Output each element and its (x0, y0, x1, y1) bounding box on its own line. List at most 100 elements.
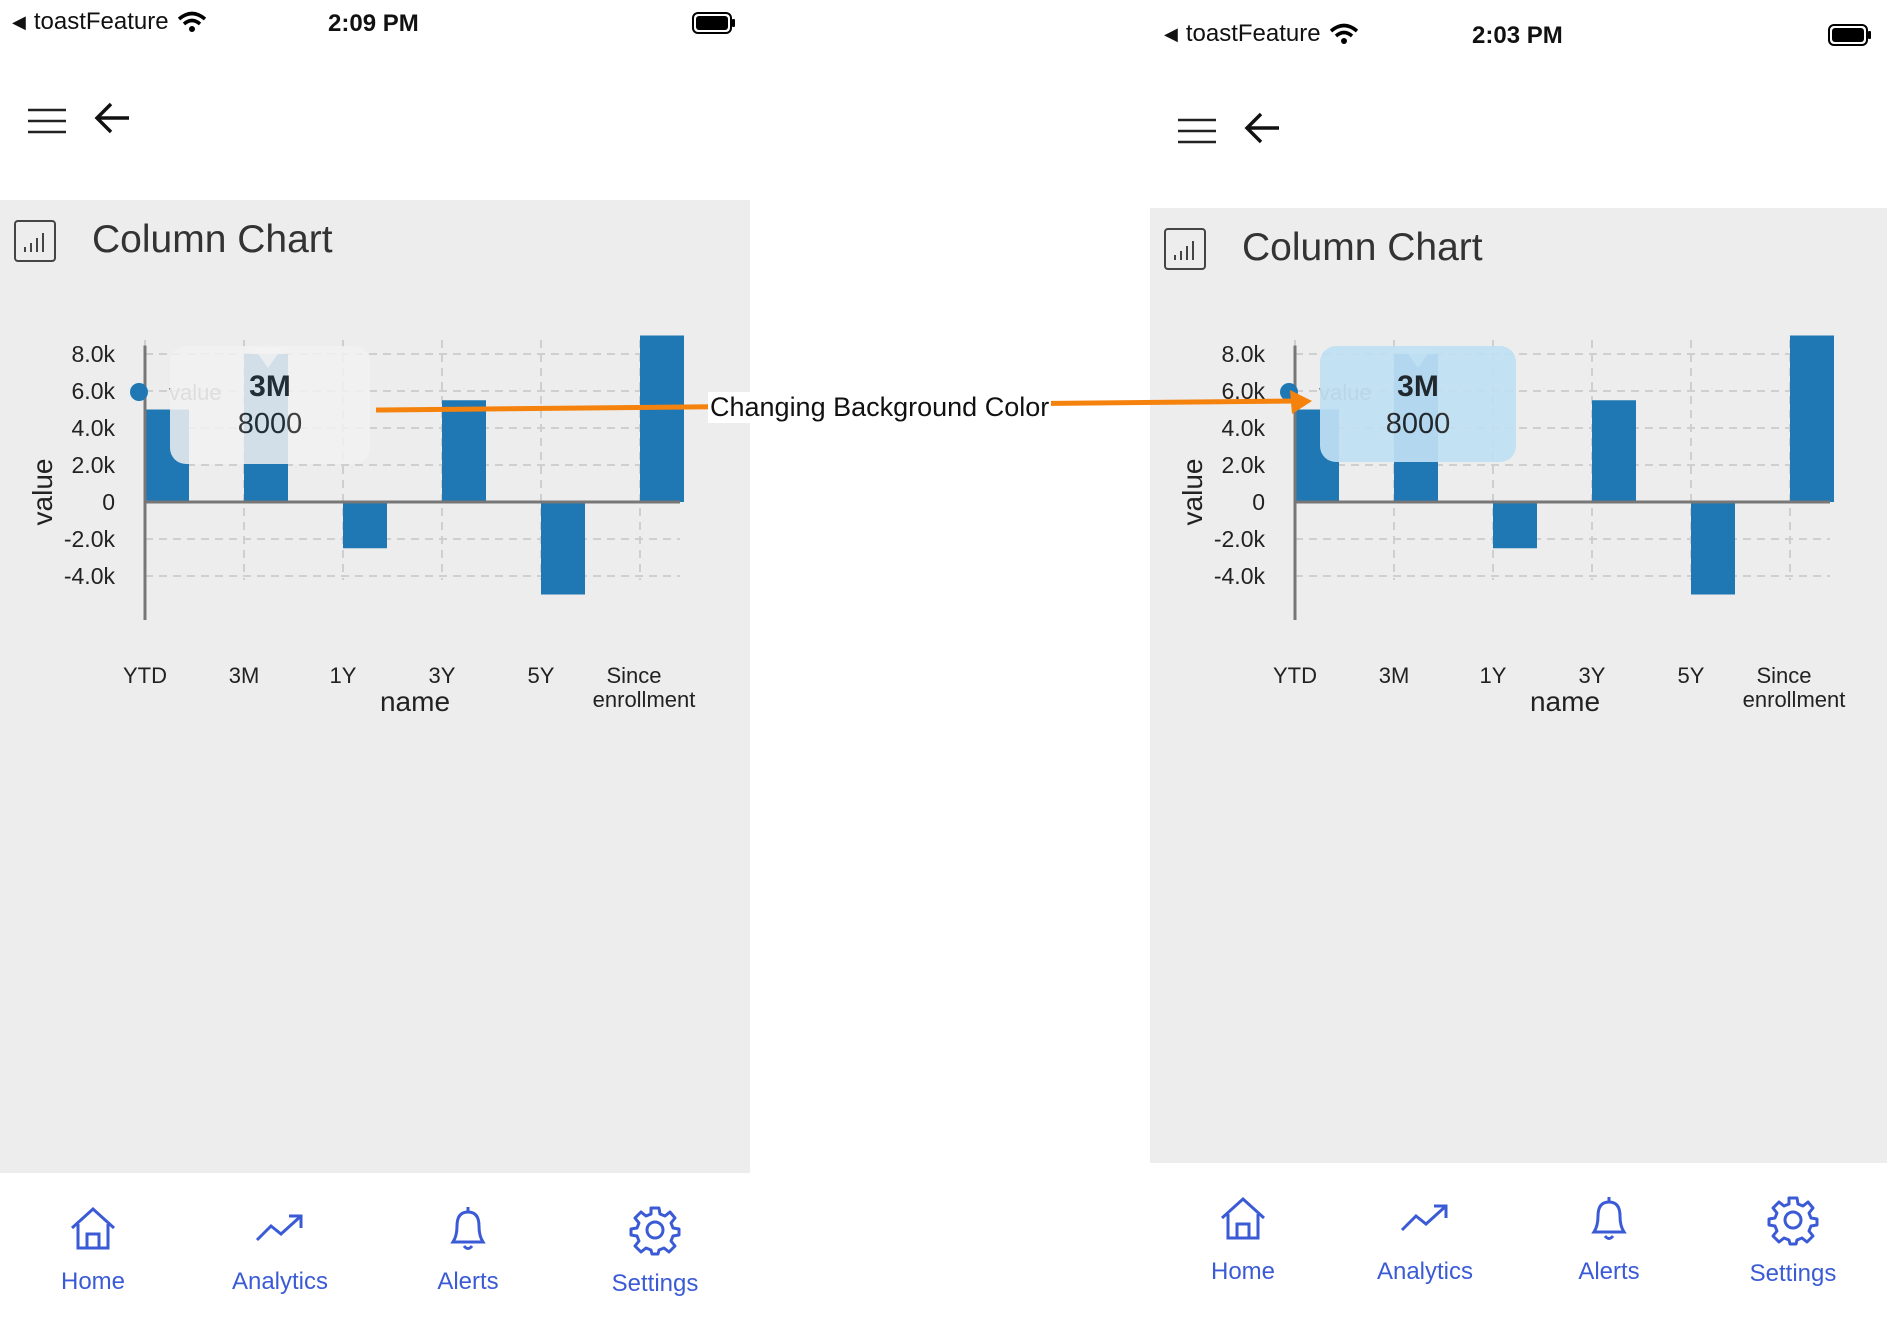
y-tick-label: 6.0k (72, 378, 116, 404)
y-tick-label: 0 (102, 489, 115, 515)
tab-analytics[interactable]: Analytics (205, 1204, 355, 1296)
screen-before: ◀ toastFeature 2:09 PM Column Chart 8.0k… (0, 0, 752, 1334)
gear-icon (1767, 1196, 1819, 1246)
wifi-icon (177, 11, 206, 32)
bar-since-enrollment (640, 335, 684, 502)
tab-alerts[interactable]: Alerts (1534, 1194, 1684, 1286)
x-tick-label: enrollment (593, 687, 696, 712)
tab-home[interactable]: Home (1168, 1194, 1318, 1286)
tab-bar: Home Analytics Alerts Settings (1150, 1180, 1887, 1320)
battery-icon (1828, 24, 1871, 46)
tab-analytics-label: Analytics (1376, 1258, 1474, 1285)
y-tick-label: 4.0k (1222, 415, 1266, 441)
column-chart: 8.0k 6.0k 4.0k 2.0k 0 -2.0k -4.0k value YTD 3M 1Y 3… (1177, 335, 1846, 717)
analytics-trend-icon (1400, 1204, 1448, 1232)
menu-icon[interactable] (28, 108, 68, 134)
gear-icon (629, 1206, 681, 1256)
y-axis-title: value (27, 459, 58, 526)
x-tick-label: 3Y (429, 663, 456, 688)
tab-analytics[interactable]: Analytics (1350, 1194, 1500, 1286)
bell-icon (1591, 1197, 1627, 1240)
y-tick-label: -4.0k (1214, 563, 1266, 589)
back-triangle-icon: ◀ (1164, 23, 1178, 44)
carrier-label: toastFeature (1185, 20, 1321, 47)
bar-3y (442, 400, 486, 502)
x-tick-label: 3M (229, 663, 260, 688)
card-title: Column Chart (1242, 226, 1483, 269)
back-triangle-icon: ◀ (12, 11, 26, 32)
nav-bar (1150, 108, 1887, 168)
bar-since-enrollment (1790, 335, 1834, 502)
back-arrow-icon[interactable] (93, 98, 133, 138)
y-tick-label: 2.0k (1222, 452, 1266, 478)
card-header: Column Chart (1150, 208, 1887, 298)
x-tick-label: YTD (123, 663, 167, 688)
column-chart: 8.0k 6.0k 4.0k 2.0k 0 -2.0k -4.0k value YTD 3M 1Y 3… (27, 335, 696, 717)
y-tick-label: 6.0k (1222, 378, 1266, 404)
tab-home[interactable]: Home (18, 1204, 168, 1296)
tooltip-title: 3M (249, 370, 291, 403)
status-time: 2:09 PM (328, 10, 419, 37)
tab-settings[interactable]: Settings (1718, 1194, 1868, 1288)
tab-alerts[interactable]: Alerts (393, 1204, 543, 1296)
card-title: Column Chart (92, 218, 333, 261)
x-tick-label: Since (606, 663, 661, 688)
home-icon (70, 1206, 116, 1250)
bar-5y (1691, 502, 1735, 595)
tab-home-label: Home (1210, 1258, 1276, 1285)
chart-card: Column Chart 8.0k 6.0k 4.0k 2.0k 0 -2.0k -4.0k… (1150, 208, 1887, 1163)
y-tick-label: -4.0k (64, 563, 116, 589)
menu-icon[interactable] (1178, 118, 1218, 144)
status-bar: ◀ toastFeature 2:03 PM (1150, 16, 1887, 56)
analytics-trend-icon (255, 1214, 303, 1242)
tab-settings-label: Settings (1749, 1260, 1837, 1287)
tooltip-value: 8000 (1385, 408, 1451, 440)
x-tick-label: enrollment (1743, 687, 1846, 712)
chart-tooltip: 3M 8000 (170, 346, 370, 464)
home-icon (1220, 1196, 1266, 1240)
tab-analytics-label: Analytics (231, 1268, 329, 1295)
tooltip-value: 8000 (237, 408, 303, 440)
tab-alerts-label: Alerts (1578, 1258, 1640, 1285)
y-tick-label: 4.0k (72, 415, 116, 441)
y-tick-label: -2.0k (1214, 526, 1266, 552)
wifi-icon (1329, 23, 1358, 44)
status-time: 2:03 PM (1472, 22, 1563, 49)
x-tick-label: 1Y (330, 663, 357, 688)
x-tick-label: YTD (1273, 663, 1317, 688)
back-to-app[interactable]: ◀ toastFeature (1164, 20, 1359, 48)
back-to-app[interactable]: ◀ toastFeature (12, 8, 207, 36)
x-tick-label: 3Y (1579, 663, 1606, 688)
legend-marker (1280, 383, 1298, 401)
bell-icon (450, 1207, 486, 1250)
carrier-label: toastFeature (33, 8, 169, 35)
y-axis-title: value (1177, 459, 1208, 526)
chart-card: Column Chart 8.0k 6.0k 4.0k 2.0k 0 -2.0k -4.0k… (0, 200, 750, 1173)
tab-bar: Home Analytics Alerts Settings (0, 1190, 752, 1330)
legend-marker (130, 383, 148, 401)
screen-after: ◀ toastFeature 2:03 PM Column Chart 8.0k… (1150, 0, 1887, 1334)
x-tick-label: Since (1756, 663, 1811, 688)
tab-settings-label: Settings (611, 1270, 699, 1297)
battery-icon (692, 12, 735, 34)
bar-1y (343, 502, 387, 549)
x-tick-label: 5Y (528, 663, 555, 688)
tooltip-title: 3M (1397, 370, 1439, 403)
y-tick-label: 2.0k (72, 452, 116, 478)
x-tick-label: 5Y (1678, 663, 1705, 688)
bar-chart-icon (14, 220, 56, 262)
x-axis-title: name (380, 686, 450, 717)
tab-home-label: Home (60, 1268, 126, 1295)
chart-tooltip: 3M 8000 (1320, 346, 1516, 462)
bar-3y (1592, 400, 1636, 502)
nav-bar (0, 98, 752, 158)
bar-5y (541, 502, 585, 595)
tab-settings[interactable]: Settings (580, 1204, 730, 1298)
x-tick-label: 3M (1379, 663, 1410, 688)
annotation-label: Changing Background Color (708, 392, 1052, 423)
y-tick-label: 0 (1252, 489, 1265, 515)
tab-alerts-label: Alerts (437, 1268, 499, 1295)
back-arrow-icon[interactable] (1243, 108, 1283, 148)
card-header: Column Chart (0, 200, 750, 290)
x-tick-label: 1Y (1480, 663, 1507, 688)
